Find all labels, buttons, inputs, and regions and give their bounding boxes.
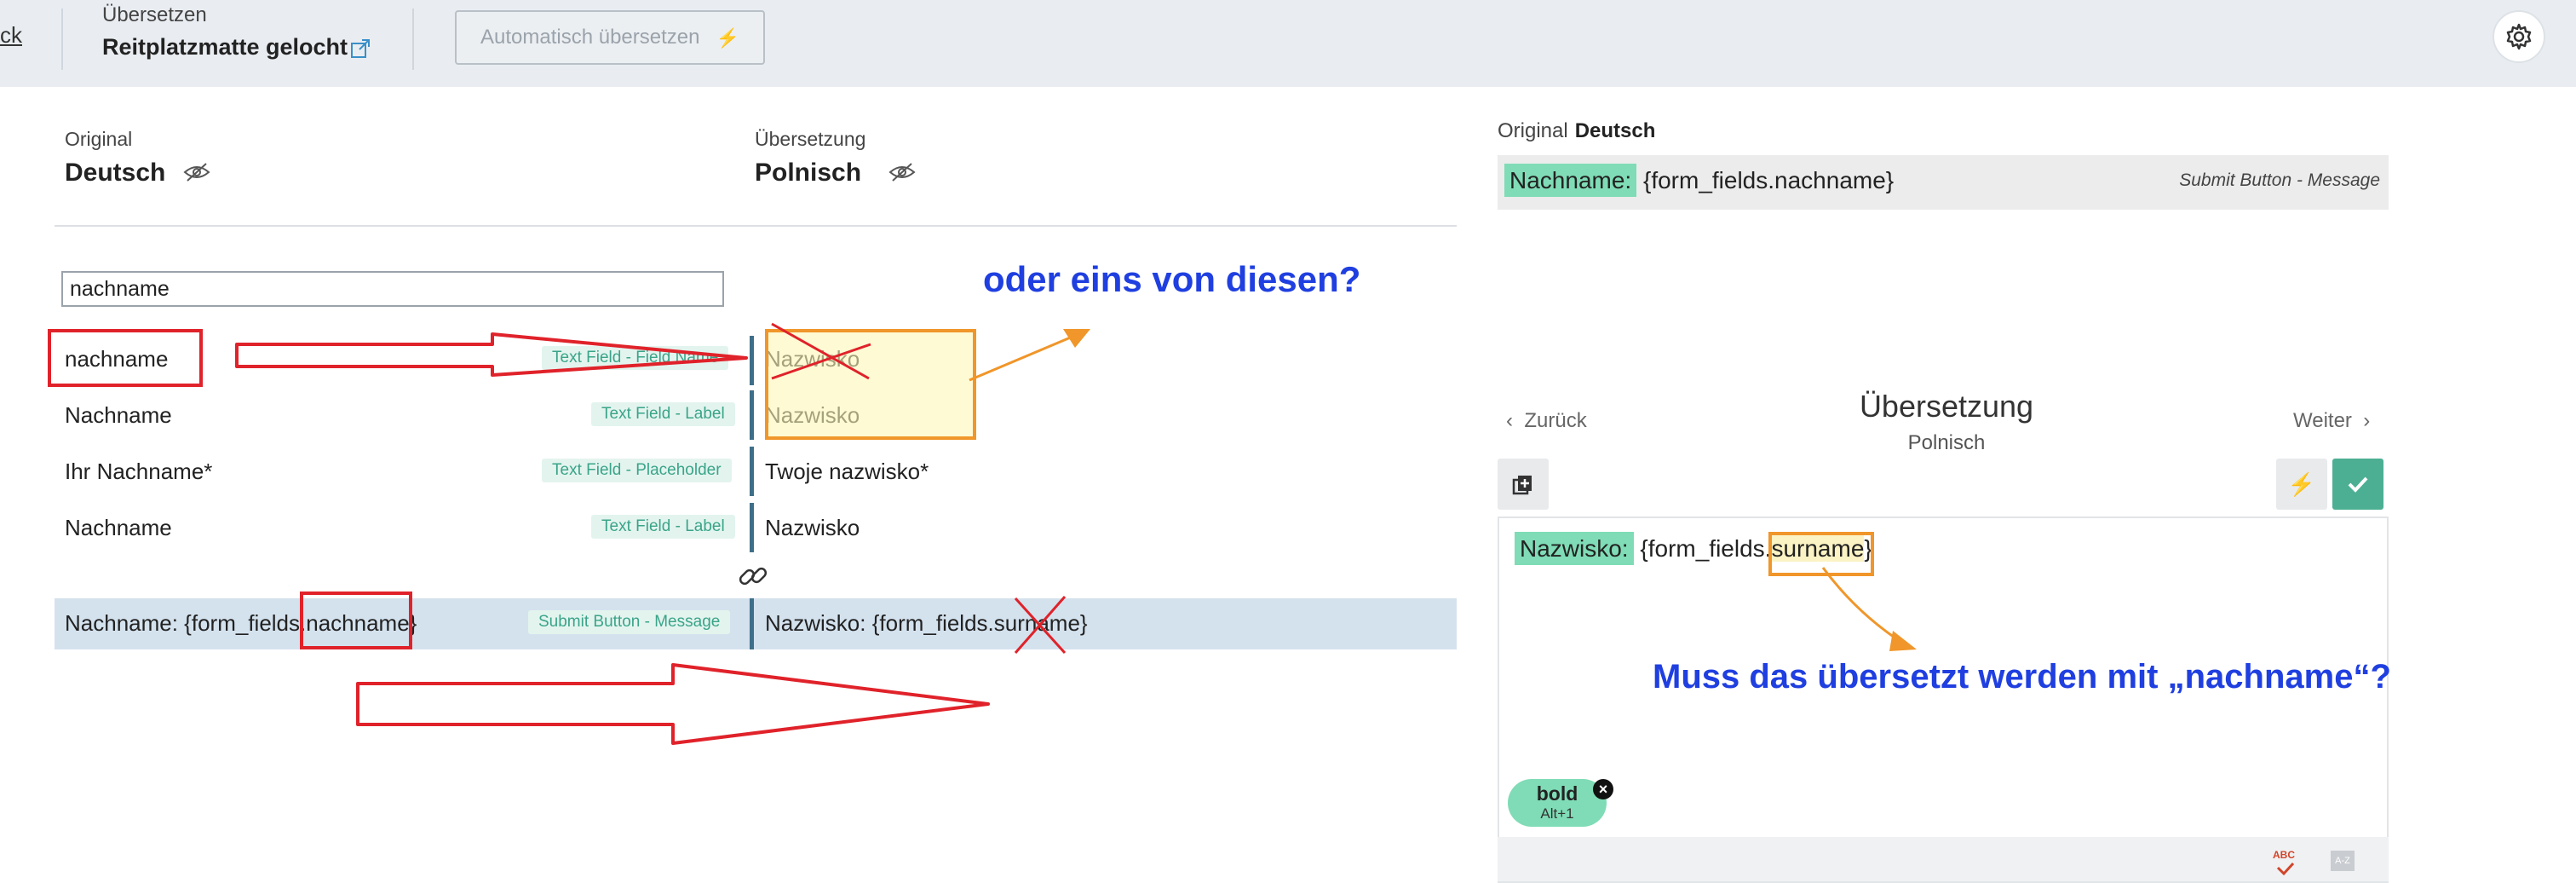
- field-tag: Text Field - Placeholder: [542, 459, 732, 482]
- field-tag: Text Field - Field Name: [542, 346, 729, 370]
- placeholder-chip: Nachname:: [1504, 164, 1637, 197]
- orange-arrow-annotation: [969, 332, 1079, 382]
- row-divider: [750, 503, 754, 552]
- placeholder-chip: Nazwisko:: [1515, 532, 1634, 565]
- next-label: Weiter: [2293, 409, 2352, 432]
- previous-label: Zurück: [1524, 409, 1587, 432]
- original-language: Deutsch: [65, 159, 166, 187]
- source-text[interactable]: Nachname: [65, 515, 172, 541]
- red-arrow-annotation: [356, 663, 990, 745]
- bold-tag-button[interactable]: bold Alt+1: [1508, 779, 1607, 827]
- source-text[interactable]: Nachname: [65, 402, 172, 429]
- row-divider: [750, 336, 754, 385]
- settings-button[interactable]: [2493, 10, 2545, 63]
- placeholder-prefix: {form_fields.: [1640, 535, 1772, 562]
- editor-toolbar: [1498, 837, 2389, 881]
- eye-off-icon[interactable]: [182, 162, 211, 182]
- spellcheck-icon[interactable]: ABC: [2273, 849, 2295, 861]
- original-source-text: Nachname: {form_fields.nachname}: [1504, 164, 1895, 197]
- translation-language: Polnisch: [755, 159, 862, 187]
- section-label: Übersetzen: [102, 3, 207, 26]
- field-tag: Submit Button - Message: [528, 610, 731, 634]
- target-text[interactable]: Nazwisko: {form_fields.surname}: [765, 610, 1088, 637]
- spellcheck-check-mark: [2276, 862, 2295, 876]
- confirm-button[interactable]: [2332, 459, 2383, 510]
- bolt-icon: ⚡: [2287, 470, 2316, 497]
- placeholder-text: {form_fields.nachname}: [1642, 167, 1895, 193]
- orange-arrowhead-annotation: [1063, 329, 1090, 348]
- original-language: Deutsch: [1574, 119, 1656, 142]
- row-divider: [750, 598, 754, 649]
- sort-az-label: A-Z: [2335, 856, 2350, 866]
- spellcheck-label: ABC: [2273, 849, 2295, 861]
- placeholder-suffix: }: [1864, 535, 1872, 562]
- target-text[interactable]: Nazwisko: [765, 515, 860, 541]
- divider: [55, 225, 1457, 227]
- project-title: Reitplatzmatte gelocht: [102, 34, 348, 60]
- close-icon[interactable]: ×: [1593, 779, 1613, 799]
- annotation-question: Muss das übersetzt werden mit „nachname“…: [1653, 658, 2391, 695]
- row-divider: [750, 447, 754, 496]
- gear-icon: [2506, 23, 2532, 50]
- divider: [412, 9, 414, 70]
- sort-az-icon[interactable]: A-Z: [2331, 851, 2355, 871]
- source-text[interactable]: Nachname: {form_fields.nachname}: [65, 610, 417, 637]
- original-label: Original: [65, 128, 133, 150]
- divider: [61, 9, 63, 70]
- chevron-right-icon: ›: [2363, 409, 2371, 432]
- eye-off-icon[interactable]: [888, 162, 917, 182]
- field-tag: Text Field - Label: [591, 402, 735, 426]
- target-text[interactable]: Twoje nazwisko*: [765, 459, 929, 485]
- link-icon[interactable]: [734, 557, 772, 595]
- editor-text[interactable]: Nazwisko: {form_fields.surname}: [1515, 532, 1872, 565]
- previous-button[interactable]: ‹ Zurück: [1506, 409, 1587, 433]
- highlighted-variable: surname: [1771, 535, 1865, 562]
- machine-translate-button[interactable]: ⚡: [2276, 459, 2327, 510]
- bold-shortcut: Alt+1: [1540, 805, 1574, 822]
- row-divider: [750, 390, 754, 440]
- source-meta: Submit Button - Message: [2179, 170, 2380, 190]
- source-text[interactable]: nachname: [65, 346, 168, 372]
- copy-icon: [1512, 476, 1532, 495]
- translation-label: Übersetzung: [755, 128, 866, 150]
- target-text[interactable]: Nazwisko: [765, 346, 860, 372]
- target-text[interactable]: Nazwisko: [765, 402, 860, 429]
- auto-translate-button[interactable]: Automatisch übersetzen ⚡: [455, 10, 765, 65]
- search-input[interactable]: [61, 271, 724, 307]
- panel-title: Übersetzung: [1859, 389, 2034, 424]
- next-button[interactable]: Weiter ›: [2293, 409, 2370, 433]
- check-icon: [2348, 476, 2368, 493]
- bolt-icon: ⚡: [716, 27, 739, 49]
- original-label: Original: [1498, 119, 1568, 142]
- chevron-left-icon: ‹: [1506, 409, 1513, 432]
- source-text[interactable]: Ihr Nachname*: [65, 459, 212, 485]
- bold-label: bold: [1536, 782, 1578, 805]
- copy-source-button[interactable]: [1498, 459, 1549, 510]
- back-link[interactable]: ck: [0, 22, 22, 49]
- panel-subtitle: Polnisch: [1907, 431, 1986, 454]
- top-bar: [0, 0, 2576, 87]
- annotation-question: oder eins von diesen?: [983, 259, 1361, 299]
- translation-editor[interactable]: [1498, 517, 2389, 883]
- external-link-icon[interactable]: [349, 38, 371, 60]
- auto-translate-label: Automatisch übersetzen: [480, 26, 700, 49]
- original-header: Original Deutsch: [1498, 119, 1655, 143]
- field-tag: Text Field - Label: [591, 515, 735, 539]
